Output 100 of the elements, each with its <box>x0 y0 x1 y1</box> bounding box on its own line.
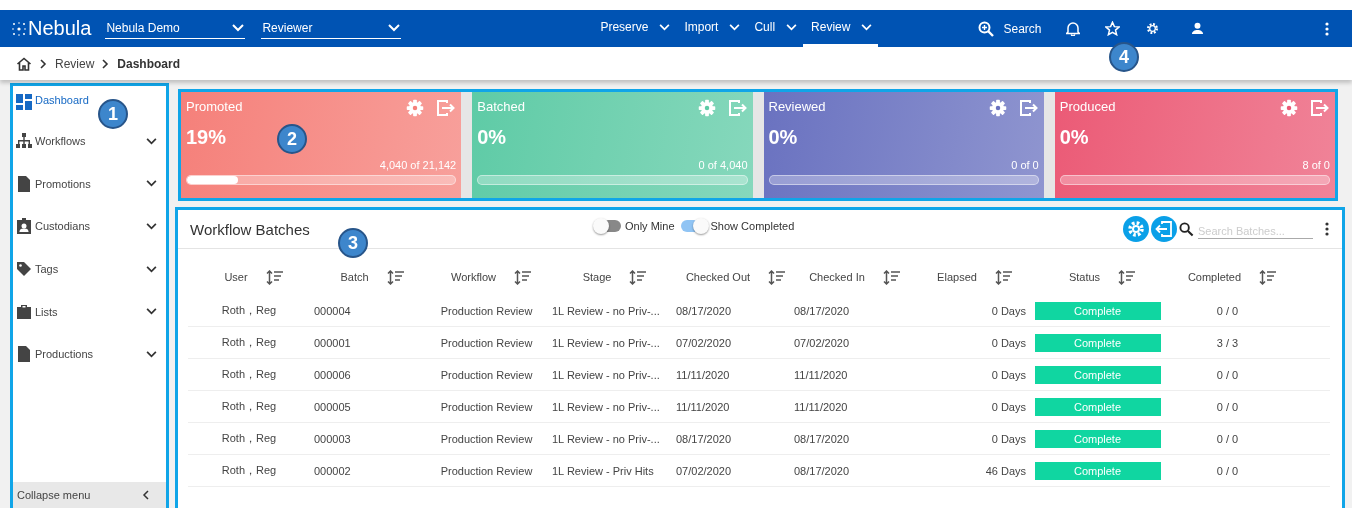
column-header[interactable]: Batch <box>340 271 369 283</box>
column-header[interactable]: User <box>224 271 248 283</box>
table-cell: 1L Review - no Priv-... <box>552 304 660 317</box>
toggle-switch[interactable]: Show Completed <box>680 220 795 232</box>
sparkle-icon <box>12 21 26 36</box>
table-row[interactable]: Roth，Reg 000003 Production Review 1L Review - no Priv-... 08/17/2020 08/17/2020 0 Days Complete 0 / 0 <box>188 423 1330 455</box>
sort-icon[interactable] <box>514 269 532 285</box>
table-cell: Production Review <box>440 368 533 381</box>
table-cell: 1L Review - no Priv-... <box>552 368 660 381</box>
table-cell: 1L Review - no Priv-... <box>552 432 660 445</box>
chevron-down-icon <box>146 350 157 358</box>
more-icon[interactable] <box>1324 21 1329 36</box>
briefcase-icon <box>16 303 32 320</box>
gear-icon[interactable] <box>1144 21 1160 36</box>
table-cell: 46 Days <box>985 464 1026 477</box>
sidebar-item[interactable]: Productions <box>13 332 166 376</box>
nav-tab[interactable]: Preserve <box>592 10 677 47</box>
table-cell: 1L Review - no Priv-... <box>552 400 660 413</box>
card-percent: 19% <box>186 126 227 149</box>
table-cell: 0 Days <box>991 432 1026 445</box>
breadcrumb-item[interactable]: Review <box>55 56 95 71</box>
select-field[interactable]: Reviewer <box>261 18 402 39</box>
column-header[interactable]: Checked In <box>809 271 865 283</box>
bell-icon[interactable] <box>1065 21 1080 36</box>
table-cell: Roth，Reg <box>221 463 277 478</box>
star-icon[interactable] <box>1104 21 1120 36</box>
table-cell: 000001 <box>314 336 351 349</box>
gear-icon[interactable] <box>988 99 1007 117</box>
document-icon <box>16 346 32 363</box>
home-icon[interactable] <box>16 56 32 71</box>
table-cell: 000005 <box>314 400 351 413</box>
settings-icon[interactable] <box>1123 216 1149 242</box>
column-header[interactable]: Status <box>1068 271 1101 283</box>
table-cell: 08/17/2020 <box>676 432 732 445</box>
sort-icon[interactable] <box>386 269 405 285</box>
table-cell: 11/11/2020 <box>794 400 848 413</box>
table-cell: Roth，Reg <box>221 335 277 350</box>
panel-title: Workflow Batches <box>190 220 311 238</box>
nav-tab[interactable]: Review <box>803 10 879 47</box>
table-cell: 000006 <box>314 368 351 381</box>
sort-icon[interactable] <box>768 269 787 285</box>
table-row[interactable]: Roth，Reg 000004 Production Review 1L Review - no Priv-... 08/17/2020 08/17/2020 0 Days Complete 0 / 0 <box>188 295 1330 327</box>
toggle-switch[interactable]: Only Mine <box>595 220 675 232</box>
chevron-down-icon <box>146 308 157 316</box>
card-title: Produced <box>1059 99 1117 114</box>
status-badge: Complete <box>1034 365 1161 384</box>
table-cell: 08/17/2020 <box>794 432 850 445</box>
column-header[interactable]: Checked Out <box>685 271 751 283</box>
more-icon[interactable] <box>1325 222 1329 236</box>
export-icon[interactable] <box>1018 99 1039 117</box>
sidebar-item[interactable]: Promotions <box>13 162 166 206</box>
chevron-down-icon <box>659 23 671 31</box>
table-row[interactable]: Roth，Reg 000002 Production Review 1L Review - Priv Hits 07/02/2020 08/17/2020 46 Days Complete 0 / 0 <box>188 455 1330 487</box>
app-logo[interactable]: Nebula <box>12 17 92 40</box>
table-cell: Roth，Reg <box>221 431 277 446</box>
export-icon[interactable] <box>1310 99 1330 117</box>
chevron-down-icon <box>786 23 798 31</box>
table-cell: 08/17/2020 <box>794 304 850 317</box>
sort-icon[interactable] <box>1259 269 1278 285</box>
table-cell: 0 Days <box>991 336 1026 349</box>
table-cell: 000004 <box>314 304 351 317</box>
gear-icon[interactable] <box>1280 99 1298 117</box>
table-row[interactable]: Roth，Reg 000005 Production Review 1L Review - no Priv-... 11/11/2020 11/11/2020 0 Days Complete 0 / 0 <box>188 391 1330 423</box>
callout-badge: 4 <box>1109 42 1139 72</box>
table-cell: 000002 <box>314 464 351 477</box>
chevron-down-icon <box>861 23 873 31</box>
column-header[interactable]: Stage <box>582 271 612 283</box>
table-cell: 0 / 0 <box>1216 304 1239 317</box>
nav-tab[interactable]: Import <box>676 10 747 47</box>
table-cell: Roth，Reg <box>221 399 277 414</box>
select-field[interactable]: Nebula Demo <box>105 18 246 39</box>
column-header[interactable]: Workflow <box>451 271 496 283</box>
sort-icon[interactable] <box>265 269 284 285</box>
collapse-menu-button[interactable]: Collapse menu <box>13 482 166 508</box>
table-cell: 1L Review - Priv Hits <box>552 464 654 477</box>
user-icon[interactable] <box>1190 22 1204 35</box>
sort-icon[interactable] <box>882 269 901 285</box>
table-row[interactable]: Roth，Reg 000001 Production Review 1L Review - no Priv-... 07/02/2020 07/02/2020 0 Days Complete 3 / 3 <box>188 327 1330 359</box>
table-cell: 0 Days <box>991 400 1026 413</box>
nav-tab[interactable]: Cull <box>746 10 804 47</box>
document-icon <box>16 175 32 192</box>
sidebar-item[interactable]: Custodians <box>13 205 166 248</box>
card-title: Batched <box>477 99 526 114</box>
breadcrumb-item: Dashboard <box>117 56 181 71</box>
sort-icon[interactable] <box>629 269 648 285</box>
column-header[interactable]: Elapsed <box>937 271 977 283</box>
chevron-down-icon <box>146 223 157 230</box>
sidebar-item[interactable]: Lists <box>13 290 166 333</box>
export-icon[interactable] <box>1151 216 1177 242</box>
card-count: 0 of 4,040 <box>698 159 748 171</box>
sort-icon[interactable] <box>1118 269 1137 285</box>
sidebar-item[interactable]: Tags <box>13 247 166 291</box>
table-cell: Roth，Reg <box>221 367 277 382</box>
logo-text: Nebula <box>28 17 92 40</box>
sort-icon[interactable] <box>994 269 1013 285</box>
status-badge: Complete <box>1034 333 1161 352</box>
column-header[interactable]: Completed <box>1187 271 1242 283</box>
table-row[interactable]: Roth，Reg 000006 Production Review 1L Review - no Priv-... 11/11/2020 11/11/2020 0 Days Complete 0 / 0 <box>188 359 1330 391</box>
search-button[interactable]: Search <box>978 20 1042 37</box>
chevron-down-icon <box>146 180 157 188</box>
